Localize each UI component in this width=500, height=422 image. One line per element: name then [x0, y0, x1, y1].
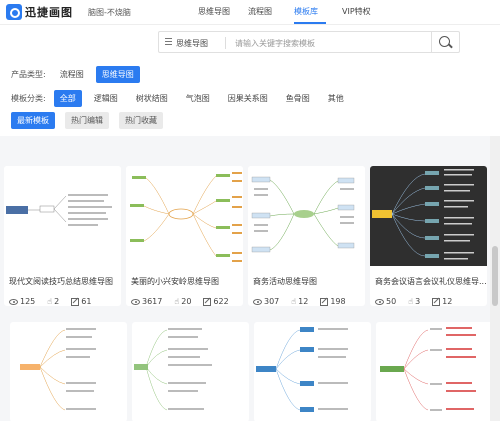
edit-count: 12	[442, 297, 453, 306]
template-card[interactable]	[254, 322, 371, 422]
thumbs-up-icon: ☝	[408, 297, 414, 306]
view-count: 125	[20, 297, 36, 306]
edit-count: 622	[213, 297, 229, 306]
template-card[interactable]: 商务活动思维导图 307 ☝ 12 198	[248, 166, 365, 306]
thumbs-up-icon: ☝	[291, 297, 297, 306]
logo-icon	[6, 4, 22, 20]
edit-count: 61	[81, 297, 92, 306]
scrollbar-thumb[interactable]	[492, 246, 498, 306]
product-type-mindmap[interactable]: 思维导图	[95, 66, 140, 83]
template-card[interactable]	[132, 322, 249, 422]
scrollbar[interactable]	[490, 136, 500, 421]
like-count: 3	[415, 297, 421, 306]
logo-text: 迅捷画图	[25, 6, 73, 19]
edit-icon	[320, 297, 329, 306]
template-card[interactable]: 现代文阅读技巧总结思维导图 125 ☝ 2 61	[4, 166, 121, 306]
sort-newest[interactable]: 最新模板	[11, 112, 55, 129]
eye-icon	[253, 298, 262, 305]
edit-icon	[203, 297, 212, 306]
category-filter: 模板分类: 全部 逻辑图 树状结图 气泡图 因果关系图 鱼骨图 其他	[11, 90, 356, 107]
template-title: 美丽的小兴安岭思维导图	[131, 277, 219, 286]
template-stats: 307 ☝ 12 198	[253, 297, 358, 306]
search-icon[interactable]	[439, 36, 450, 47]
search-type-select[interactable]: 思维导图	[176, 38, 208, 49]
eye-icon	[131, 298, 140, 305]
template-card[interactable]	[10, 322, 127, 422]
template-stats: 50 ☝ 3 12	[375, 297, 464, 306]
edit-count: 198	[330, 297, 346, 306]
top-header: 迅捷画图 脑图-不烧脑 思维导图 流程图 模板库 VIP特权	[0, 0, 500, 25]
template-thumbnail	[20, 328, 96, 411]
template-thumbnail	[126, 166, 243, 270]
logo[interactable]: 迅捷画图	[6, 4, 73, 20]
edit-icon	[71, 297, 80, 306]
view-count: 307	[264, 297, 280, 306]
template-thumbnail	[4, 166, 121, 270]
template-thumbnail	[256, 327, 348, 412]
template-card[interactable]: 商务会议语言会议礼仪思维导... 50 ☝ 3 12	[370, 166, 487, 306]
thumbs-up-icon: ☝	[174, 297, 180, 306]
template-thumbnail	[134, 328, 212, 411]
menu-icon[interactable]	[165, 38, 172, 46]
category-other[interactable]: 其他	[322, 90, 350, 107]
category-logic[interactable]: 逻辑图	[88, 90, 124, 107]
template-card[interactable]	[376, 322, 493, 422]
nav-vip[interactable]: VIP特权	[342, 6, 371, 17]
nav-active-indicator	[294, 22, 326, 24]
view-count: 3617	[142, 297, 163, 306]
edit-icon	[432, 297, 441, 306]
template-title: 商务会议语言会议礼仪思维导...	[375, 277, 487, 286]
view-count: 50	[386, 297, 397, 306]
nav-mindmap[interactable]: 思维导图	[198, 6, 230, 17]
search-bar: 思维导图 请输入关键字搜索模板	[158, 31, 460, 53]
category-fishbone[interactable]: 鱼骨图	[280, 90, 316, 107]
template-title: 现代文阅读技巧总结思维导图	[9, 277, 113, 286]
category-all[interactable]: 全部	[53, 90, 82, 107]
template-thumbnail	[370, 166, 487, 266]
thumbs-up-icon: ☝	[47, 297, 53, 306]
category-tree[interactable]: 树状结图	[130, 90, 174, 107]
template-card[interactable]: 美丽的小兴安岭思维导图 3617 ☝ 20 622	[126, 166, 243, 306]
template-title: 商务活动思维导图	[253, 277, 317, 286]
category-label: 模板分类:	[11, 94, 46, 103]
divider	[225, 37, 226, 49]
product-type-flowchart[interactable]: 流程图	[54, 66, 90, 83]
category-cause-effect[interactable]: 因果关系图	[222, 90, 274, 107]
category-bubble[interactable]: 气泡图	[180, 90, 216, 107]
template-grid: 现代文阅读技巧总结思维导图 125 ☝ 2 61 美丽的小兴安岭思维导图 3617…	[0, 136, 500, 422]
like-count: 2	[54, 297, 60, 306]
product-type-filter: 产品类型: 流程图 思维导图	[11, 66, 146, 83]
sort-hot-collect[interactable]: 热门收藏	[119, 112, 163, 129]
product-type-label: 产品类型:	[11, 70, 46, 79]
sort-hot-edit[interactable]: 热门编辑	[65, 112, 109, 129]
divider	[431, 32, 432, 53]
nav-flowchart[interactable]: 流程图	[248, 6, 272, 17]
template-stats: 3617 ☝ 20 622	[131, 297, 241, 306]
template-thumbnail	[248, 166, 365, 270]
template-thumbnail	[380, 327, 476, 411]
eye-icon	[9, 298, 18, 305]
sort-tabs: 最新模板 热门编辑 热门收藏	[11, 112, 169, 129]
tagline: 脑图-不烧脑	[88, 8, 131, 17]
search-input[interactable]: 请输入关键字搜索模板	[235, 38, 315, 49]
eye-icon	[375, 298, 384, 305]
like-count: 20	[181, 297, 192, 306]
template-stats: 125 ☝ 2 61	[9, 297, 103, 306]
like-count: 12	[298, 297, 309, 306]
nav-template-library[interactable]: 模板库	[294, 6, 318, 17]
